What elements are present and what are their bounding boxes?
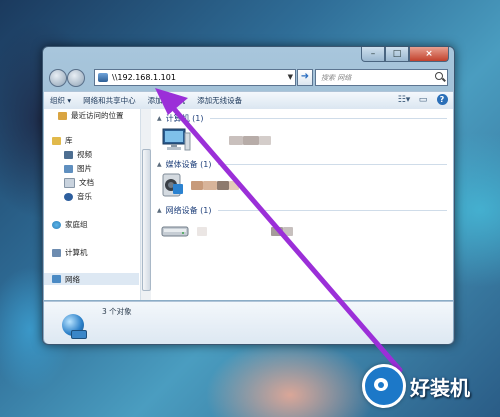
- annotation-arrow: [155, 88, 403, 373]
- eye-icon: [362, 364, 406, 408]
- watermark-text: 好装机: [410, 375, 470, 400]
- arrow-head: [155, 88, 188, 115]
- arrow-shaft: [172, 107, 403, 373]
- eye-shape: [374, 378, 388, 391]
- watermark-logo: 好装机: [362, 364, 470, 408]
